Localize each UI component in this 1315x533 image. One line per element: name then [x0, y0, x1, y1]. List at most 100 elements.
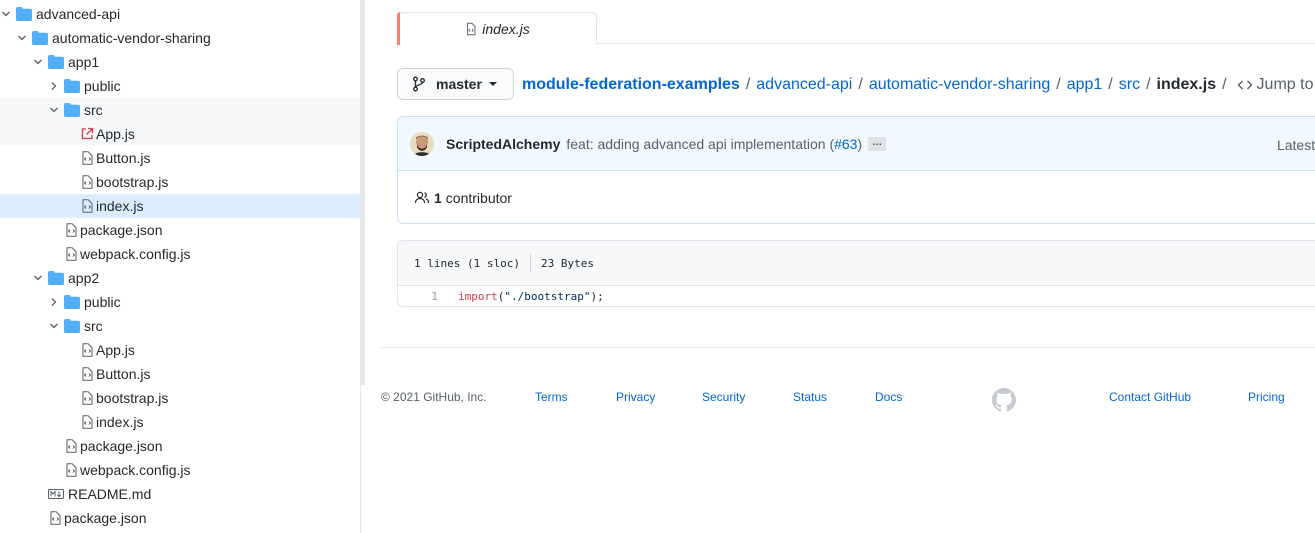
breadcrumb-separator: / [745, 76, 751, 93]
chevron-down-icon[interactable] [32, 56, 44, 68]
breadcrumb-segment-automatic-vendor-sharing[interactable]: automatic-vendor-sharing [869, 76, 1050, 94]
tree-item-label: bootstrap.js [96, 390, 169, 406]
chevron-down-icon[interactable] [0, 8, 12, 20]
breadcrumb-separator: / [1146, 76, 1151, 93]
chevron-down-icon[interactable] [48, 104, 60, 116]
tree-item-label: package.json [64, 510, 147, 526]
tree-item-label: webpack.config.js [80, 462, 191, 478]
file-code-icon [80, 391, 94, 405]
file-code-icon [80, 151, 94, 165]
tree-file-webpack-config-js[interactable]: webpack.config.js [0, 242, 360, 266]
caret-down-icon [488, 82, 497, 86]
footer-link-privacy[interactable]: Privacy [616, 390, 655, 404]
commit-header: ScriptedAlchemy feat: adding advanced ap… [398, 117, 1315, 171]
folder-icon [48, 55, 64, 69]
footer-link-terms[interactable]: Terms [535, 390, 568, 404]
chevron-right-icon[interactable] [48, 296, 60, 308]
avatar[interactable] [410, 131, 434, 156]
commit-pr-link[interactable]: #63 [834, 136, 857, 152]
folder-icon [64, 103, 80, 117]
footer-link-docs[interactable]: Docs [875, 390, 902, 404]
file-code-icon [48, 511, 62, 525]
tree-folder-app2[interactable]: app2 [0, 266, 360, 290]
jump-to-button[interactable]: Jump to [1237, 76, 1315, 94]
contributors-row[interactable]: 1 contributor [398, 171, 1315, 223]
branch-select-button[interactable]: master [397, 68, 514, 100]
markdown-icon [48, 487, 64, 501]
breadcrumb-segment-app1[interactable]: app1 [1067, 76, 1103, 94]
latest-commit-label[interactable]: Latest c [1277, 137, 1315, 153]
tree-item-label: public [84, 78, 121, 94]
footer-link-security[interactable]: Security [702, 390, 745, 404]
github-logo-icon[interactable] [992, 388, 1016, 412]
file-size: 23 Bytes [540, 256, 594, 270]
tree-file-bootstrap-js[interactable]: bootstrap.js [0, 170, 360, 194]
contributor-count: 1 [434, 189, 442, 206]
tree-item-label: package.json [80, 438, 163, 454]
chevron-down-icon[interactable] [48, 320, 60, 332]
file-line-count: 1 lines (1 sloc) [414, 256, 520, 270]
tree-folder-public[interactable]: public [0, 74, 360, 98]
jump-to-label: Jump to [1256, 76, 1314, 93]
tree-file-button-js[interactable]: Button.js [0, 146, 360, 170]
line-number[interactable]: 1 [398, 290, 442, 303]
tree-folder-src[interactable]: src [0, 98, 360, 122]
folder-icon [64, 319, 80, 333]
tree-item-label: index.js [96, 414, 144, 430]
tree-item-label: package.json [80, 222, 163, 238]
tree-file-readme-md[interactable]: README.md [0, 482, 360, 506]
contributor-label: contributor [445, 189, 512, 206]
tree-file-index-js[interactable]: index.js [0, 194, 360, 218]
code-string: "./bootstrap" [504, 290, 591, 303]
chevron-down-icon[interactable] [32, 272, 44, 284]
tree-item-label: App.js [96, 126, 135, 142]
footer-link-contact[interactable]: Contact GitHub [1109, 390, 1191, 404]
breadcrumb-separator: / [858, 76, 863, 93]
tree-item-label: README.md [68, 486, 152, 502]
commit-message[interactable]: feat: adding advanced api implementation… [566, 136, 862, 152]
file-info-divider [529, 254, 531, 272]
folder-icon [64, 79, 80, 93]
folder-icon [64, 295, 80, 309]
tree-folder-advanced-api[interactable]: advanced-api [0, 2, 360, 26]
footer-link-status[interactable]: Status [793, 390, 827, 404]
footer-link-pricing[interactable]: Pricing [1248, 390, 1285, 404]
commit-expand-button[interactable]: … [868, 136, 887, 151]
code-content: import("./bootstrap"); [442, 290, 604, 303]
tree-file-package-json[interactable]: package.json [0, 218, 360, 242]
tab-index-js[interactable]: index.js [397, 12, 597, 45]
tab-label: index.js [482, 20, 530, 37]
tree-file-button-js[interactable]: Button.js [0, 362, 360, 386]
chevron-down-icon[interactable] [16, 32, 28, 44]
breadcrumb-segment-advanced-api[interactable]: advanced-api [756, 76, 852, 94]
tree-folder-app1[interactable]: app1 [0, 50, 360, 74]
file-code-icon [467, 22, 476, 35]
breadcrumb-repo-link[interactable]: module-federation-examples [522, 76, 740, 94]
tree-folder-src[interactable]: src [0, 314, 360, 338]
breadcrumb: module-federation-examples / advanced-ap… [522, 73, 1315, 97]
breadcrumb-file-name: index.js [1156, 76, 1217, 93]
file-code-icon [64, 247, 78, 261]
tree-file-bootstrap-js[interactable]: bootstrap.js [0, 386, 360, 410]
tree-file-webpack-config-js[interactable]: webpack.config.js [0, 458, 360, 482]
file-code-icon [64, 439, 78, 453]
tree-file-package-json[interactable]: package.json [0, 506, 360, 530]
chevron-right-icon[interactable] [48, 80, 60, 92]
tree-folder-public[interactable]: public [0, 290, 360, 314]
tree-file-app-js[interactable]: App.js [0, 122, 360, 146]
tree-item-label: app1 [68, 54, 100, 70]
tab-bar: index.js [397, 12, 1315, 45]
tree-item-label: Button.js [96, 150, 151, 166]
tree-item-label: bootstrap.js [96, 174, 169, 190]
tree-file-package-json[interactable]: package.json [0, 434, 360, 458]
tree-file-index-js[interactable]: index.js [0, 410, 360, 434]
tree-file-app-js[interactable]: App.js [0, 338, 360, 362]
breadcrumb-separator: / [1222, 76, 1227, 93]
file-viewer: 1 lines (1 sloc) 23 Bytes 1 import("./bo… [397, 240, 1315, 307]
tree-folder-automatic-vendor-sharing[interactable]: automatic-vendor-sharing [0, 26, 360, 50]
commit-author-link[interactable]: ScriptedAlchemy [446, 136, 560, 152]
breadcrumb-segment-src[interactable]: src [1119, 76, 1140, 94]
breadcrumb-separator: / [1056, 76, 1061, 93]
code-line: 1 import("./bootstrap"); [398, 286, 1315, 306]
tree-item-label: index.js [96, 198, 144, 214]
